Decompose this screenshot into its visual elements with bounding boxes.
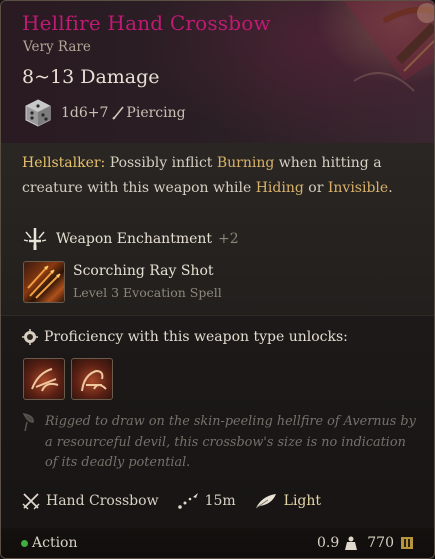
hiding-keyword[interactable]: Hiding bbox=[256, 180, 304, 196]
fire-arrows-icon bbox=[27, 265, 61, 299]
item-weight-and-price: 0.9 770 bbox=[317, 535, 424, 551]
weapon-enchantment[interactable]: Weapon Enchantment +2 bbox=[22, 227, 239, 251]
weapon-weight-class[interactable]: Light bbox=[254, 492, 321, 510]
hellstalker-description: Hellstalker: Possibly inflict Burning wh… bbox=[22, 151, 417, 201]
action-label: Action bbox=[32, 535, 78, 551]
piercing-shot-icon[interactable] bbox=[23, 358, 65, 400]
damage-dice-row: 1d6+7 Piercing bbox=[23, 98, 186, 128]
damage-dice: 1d6+7 bbox=[61, 105, 109, 121]
range-label: 15m bbox=[204, 493, 236, 509]
spell-level: Level 3 Evocation Spell bbox=[73, 285, 222, 300]
weapon-type-label: Hand Crossbow bbox=[46, 493, 159, 509]
item-name: Hellfire Hand Crossbow bbox=[22, 11, 271, 35]
spell-name[interactable]: Scorching Ray Shot bbox=[73, 263, 214, 279]
weight-icon bbox=[345, 536, 358, 550]
weapon-properties: Hand Crossbow 15m Light bbox=[22, 489, 339, 513]
archer-brace-icon bbox=[81, 369, 107, 392]
item-rarity: Very Rare bbox=[23, 39, 91, 55]
archer-action-icon bbox=[31, 368, 59, 392]
action-dot-icon bbox=[21, 539, 28, 547]
weight-class-label: Light bbox=[283, 493, 322, 509]
piercing-icon bbox=[112, 106, 125, 120]
quill-icon bbox=[22, 412, 34, 432]
enchantment-bonus: +2 bbox=[218, 231, 239, 247]
damage-type: Piercing bbox=[112, 105, 186, 121]
proficiency-icon bbox=[22, 329, 38, 345]
flavor-text: Rigged to draw on the skin-peeling hellf… bbox=[45, 414, 416, 470]
enchanted-sword-icon bbox=[23, 228, 47, 250]
section-divider bbox=[1, 315, 434, 316]
weight-value: 0.9 bbox=[317, 535, 340, 551]
desc-text-3: or bbox=[303, 180, 328, 196]
enchantment-label: Weapon Enchantment bbox=[56, 231, 213, 247]
damage-range: 8~13 Damage bbox=[22, 66, 160, 88]
scorching-ray-shot-icon[interactable] bbox=[23, 261, 65, 303]
hellstalker-label[interactable]: Hellstalker: bbox=[22, 155, 105, 171]
weapon-type[interactable]: Hand Crossbow bbox=[22, 492, 159, 510]
d6-dice-icon bbox=[25, 99, 51, 127]
action-cost: Action bbox=[21, 535, 78, 551]
weapon-range[interactable]: 15m bbox=[177, 492, 236, 510]
desc-text-4: . bbox=[388, 180, 393, 196]
proficiency-text: Proficiency with this weapon type unlock… bbox=[44, 329, 348, 345]
brace-ranged-icon[interactable] bbox=[71, 358, 113, 400]
burning-keyword[interactable]: Burning bbox=[217, 155, 274, 171]
crossed-swords-icon bbox=[22, 493, 40, 510]
price: 770 bbox=[367, 535, 424, 551]
item-tooltip: Hellfire Hand Crossbow Very Rare 8~13 Da… bbox=[0, 0, 435, 559]
invisible-keyword[interactable]: Invisible bbox=[328, 180, 388, 196]
desc-text-1: Possibly inflict bbox=[105, 155, 217, 171]
gold-coin-icon bbox=[401, 537, 413, 549]
damage-type-label: Piercing bbox=[126, 105, 186, 121]
price-value: 770 bbox=[367, 535, 394, 551]
proficiency-heading: Proficiency with this weapon type unlock… bbox=[22, 329, 348, 345]
feather-icon bbox=[255, 494, 276, 509]
range-icon bbox=[177, 493, 198, 509]
